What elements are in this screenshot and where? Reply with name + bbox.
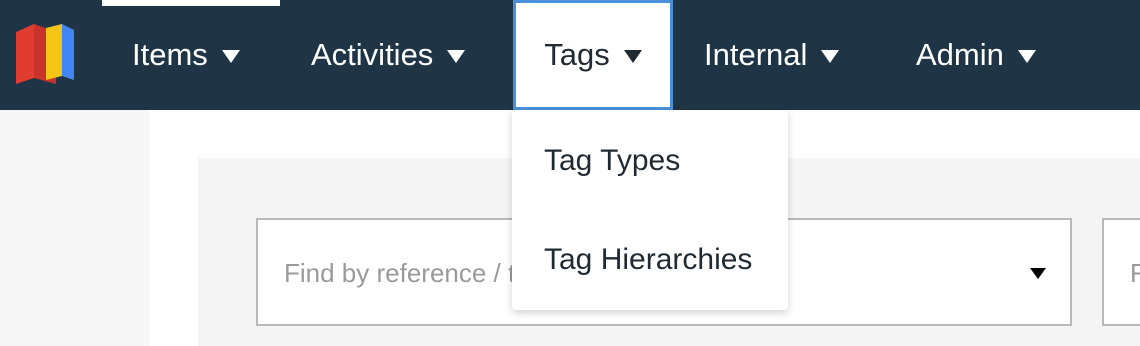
menu-item-tag-hierarchies[interactable]: Tag Hierarchies [544,243,752,277]
caret-down-icon [221,49,240,63]
nav-items-label: Items [132,37,208,72]
tags-dropdown-menu: Tag Types Tag Hierarchies [512,110,788,310]
nav-items[interactable]: Items [132,0,240,110]
reference-search-placeholder: Find by reference / title [284,258,549,288]
nav-activities-label: Activities [311,37,434,72]
second-search-placeholder: Find [1130,258,1140,288]
dropdown-arrow-icon[interactable] [1030,268,1046,279]
nav-admin-label: Admin [916,37,1004,72]
caret-down-icon [1017,49,1036,63]
nav-admin[interactable]: Admin [916,0,1036,110]
page: Items Activities Tags Internal Admin Fin… [0,0,1140,346]
caret-down-icon [821,49,840,63]
logo-icon[interactable] [12,22,78,84]
second-search-field[interactable]: Find [1102,218,1140,326]
left-gutter [0,110,150,346]
nav-tags[interactable]: Tags [513,0,673,110]
top-navbar: Items Activities Tags Internal Admin [0,0,1140,110]
nav-tags-label: Tags [544,37,610,72]
menu-item-tag-types[interactable]: Tag Types [544,144,680,178]
nav-internal-label: Internal [704,37,808,72]
nav-activities[interactable]: Activities [311,0,466,110]
caret-down-icon [447,49,466,63]
caret-down-icon [623,49,642,63]
nav-internal[interactable]: Internal [704,0,840,110]
